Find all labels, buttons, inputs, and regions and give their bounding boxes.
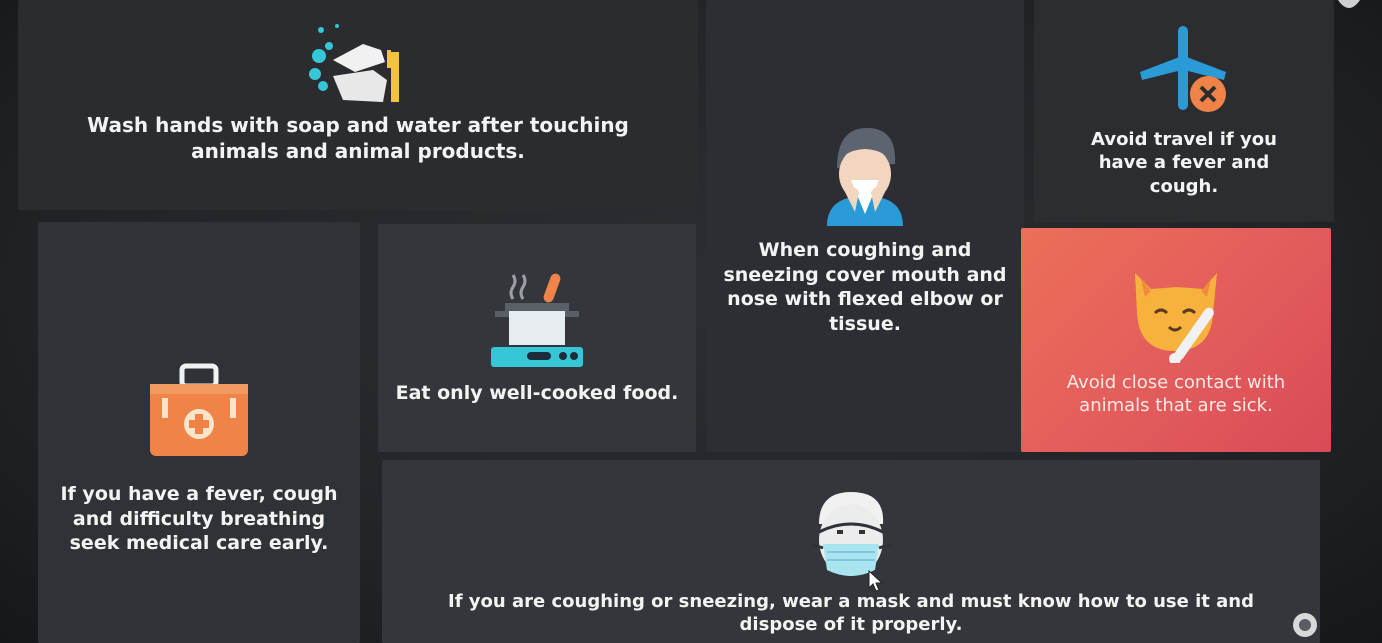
cooking-pot-icon [491, 273, 583, 367]
hand-washing-icon [309, 24, 399, 102]
sick-cat-icon [1135, 272, 1217, 363]
travel-text: Avoid travel if you have a fever and cou… [1091, 129, 1277, 197]
wash-text: Wash hands with soap and water after tou… [87, 113, 629, 163]
fever-text: If you have a fever, cough and difficult… [60, 483, 338, 555]
corner-top-icon [1338, 0, 1360, 8]
tile-cover-cough: When coughing and sneezing cover mouth a… [706, 0, 1024, 452]
first-aid-kit-icon [150, 363, 248, 456]
tile-wash-hands: Wash hands with soap and water after tou… [18, 0, 698, 210]
sneezing-person-icon [827, 128, 903, 226]
infographic-screen: Wash hands with soap and water after tou… [0, 0, 1382, 643]
tile-seek-medical-care: If you have a fever, cough and difficult… [38, 222, 360, 643]
tile-cooked-food: Eat only well-cooked food. [378, 224, 696, 452]
food-text: Eat only well-cooked food. [395, 381, 679, 404]
mouse-cursor-icon [868, 570, 884, 592]
mask-text: If you are coughing or sneezing, wear a … [448, 591, 1254, 636]
sick-animals-text: Avoid close contact with animals that ar… [1066, 371, 1286, 416]
tile-avoid-travel: Avoid travel if you have a fever and cou… [1034, 0, 1334, 222]
no-airplane-icon [1140, 26, 1226, 112]
cough-text: When coughing and sneezing cover mouth a… [723, 239, 1007, 336]
tile-wear-mask: If you are coughing or sneezing, wear a … [382, 460, 1320, 643]
face-mask-icon [810, 492, 892, 576]
tile-avoid-sick-animals: Avoid close contact with animals that ar… [1021, 228, 1331, 452]
corner-badge-icon [1293, 613, 1317, 637]
